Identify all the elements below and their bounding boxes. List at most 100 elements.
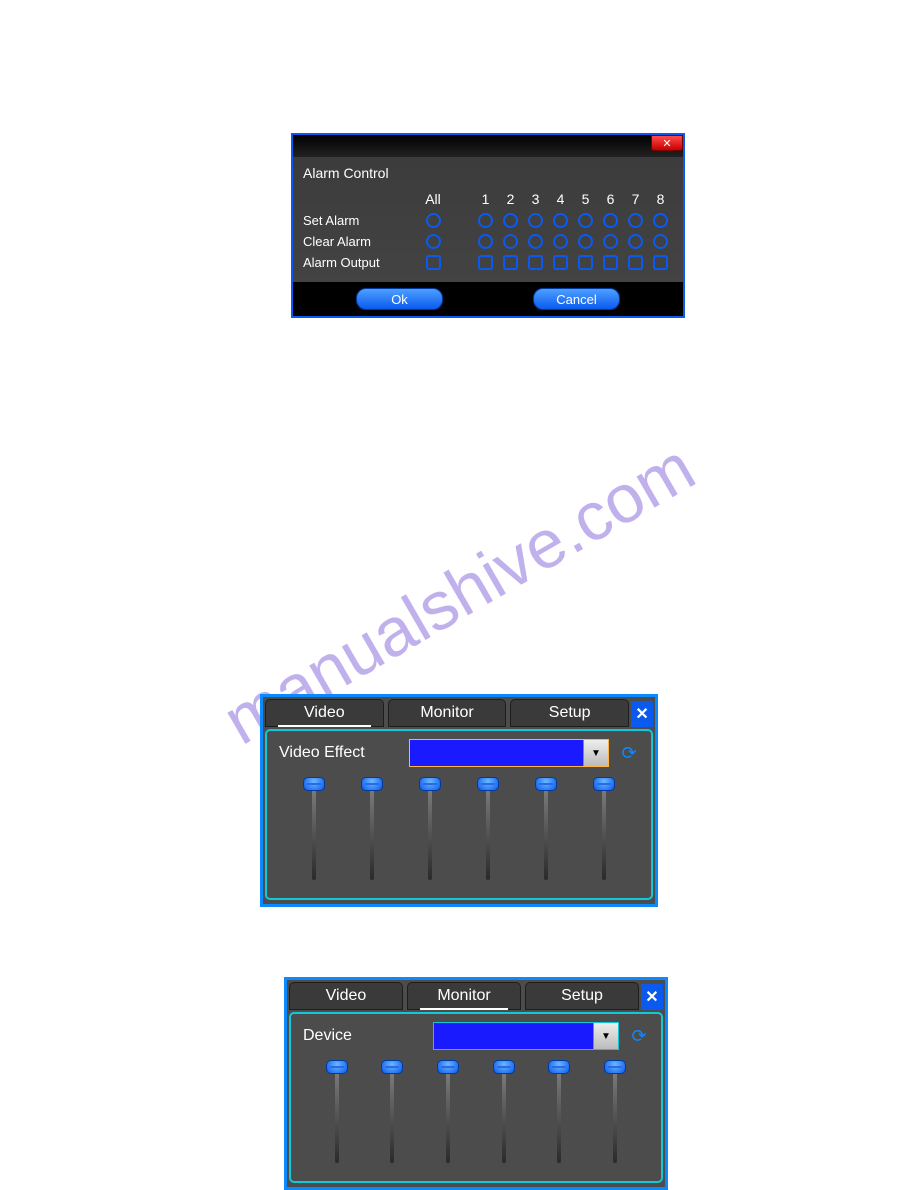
header-col-8: 8 [648, 191, 673, 207]
panel-close-button[interactable]: ✕ [641, 984, 663, 1010]
set-alarm-radio-7[interactable] [628, 213, 643, 228]
close-icon: ✕ [662, 137, 671, 150]
clear-alarm-all-radio[interactable] [426, 234, 441, 249]
slider-track [602, 790, 606, 880]
alarm-output-checkbox-5[interactable] [578, 255, 593, 270]
tab-monitor[interactable]: Monitor [407, 982, 521, 1010]
slider-track [312, 790, 316, 880]
clear-alarm-radio-1[interactable] [478, 234, 493, 249]
monitor-slider-5[interactable] [549, 1060, 569, 1163]
alarm-output-checkbox-1[interactable] [478, 255, 493, 270]
clear-alarm-radio-7[interactable] [628, 234, 643, 249]
set-alarm-radio-3[interactable] [528, 213, 543, 228]
tab-monitor[interactable]: Monitor [388, 699, 507, 727]
set-alarm-radio-8[interactable] [653, 213, 668, 228]
slider-thumb[interactable] [477, 777, 499, 791]
monitor-slider-2[interactable] [382, 1060, 402, 1163]
device-row: Device ▼ ⟳ [303, 1022, 649, 1050]
alarm-output-row: Alarm Output [303, 255, 673, 270]
slider-track [428, 790, 432, 880]
slider-thumb[interactable] [437, 1060, 459, 1074]
ok-button[interactable]: Ok [356, 288, 443, 310]
clear-alarm-radio-8[interactable] [653, 234, 668, 249]
video-slider-2[interactable] [362, 777, 382, 880]
clear-alarm-radio-4[interactable] [553, 234, 568, 249]
video-slider-1[interactable] [304, 777, 324, 880]
tab-setup[interactable]: Setup [525, 982, 639, 1010]
alarm-output-checkbox-6[interactable] [603, 255, 618, 270]
slider-thumb[interactable] [326, 1060, 348, 1074]
header-col-3: 3 [523, 191, 548, 207]
alarm-output-checkbox-8[interactable] [653, 255, 668, 270]
slider-thumb[interactable] [419, 777, 441, 791]
alarm-output-checkbox-3[interactable] [528, 255, 543, 270]
video-panel-body: Video Effect ▼ ⟳ [265, 729, 653, 900]
set-alarm-radio-4[interactable] [553, 213, 568, 228]
slider-thumb[interactable] [493, 1060, 515, 1074]
tab-video[interactable]: Video [265, 699, 384, 727]
header-all: All [413, 191, 453, 207]
slider-thumb[interactable] [593, 777, 615, 791]
header-col-5: 5 [573, 191, 598, 207]
tab-row: Video Monitor Setup ✕ [287, 980, 665, 1010]
slider-thumb[interactable] [361, 777, 383, 791]
alarm-output-all-checkbox[interactable] [426, 255, 441, 270]
tab-row: Video Monitor Setup ✕ [263, 697, 655, 727]
close-icon: ✕ [645, 987, 658, 1007]
slider-thumb[interactable] [535, 777, 557, 791]
slider-track [502, 1073, 506, 1163]
slider-thumb[interactable] [548, 1060, 570, 1074]
close-button[interactable]: ✕ [651, 135, 683, 151]
alarm-output-checkbox-4[interactable] [553, 255, 568, 270]
monitor-slider-4[interactable] [494, 1060, 514, 1163]
set-alarm-radio-1[interactable] [478, 213, 493, 228]
slider-track [557, 1073, 561, 1163]
header-col-6: 6 [598, 191, 623, 207]
alarm-title: Alarm Control [303, 165, 673, 181]
alarm-output-label: Alarm Output [303, 255, 413, 270]
header-col-4: 4 [548, 191, 573, 207]
set-alarm-label: Set Alarm [303, 213, 413, 228]
header-col-7: 7 [623, 191, 648, 207]
panel-close-button[interactable]: ✕ [631, 701, 653, 727]
slider-thumb[interactable] [381, 1060, 403, 1074]
set-alarm-radio-2[interactable] [503, 213, 518, 228]
header-col-1: 1 [473, 191, 498, 207]
clear-alarm-radio-6[interactable] [603, 234, 618, 249]
set-alarm-radio-5[interactable] [578, 213, 593, 228]
dropdown-arrow-icon: ▼ [593, 1023, 618, 1049]
set-alarm-all-radio[interactable] [426, 213, 441, 228]
video-slider-3[interactable] [420, 777, 440, 880]
video-slider-6[interactable] [594, 777, 614, 880]
video-slider-5[interactable] [536, 777, 556, 880]
monitor-panel: Video Monitor Setup ✕ Device ▼ ⟳ [284, 977, 668, 1190]
monitor-slider-3[interactable] [438, 1060, 458, 1163]
slider-track [335, 1073, 339, 1163]
tab-setup[interactable]: Setup [510, 699, 629, 727]
alarm-output-checkbox-2[interactable] [503, 255, 518, 270]
refresh-icon[interactable]: ⟳ [629, 1026, 649, 1047]
monitor-slider-6[interactable] [605, 1060, 625, 1163]
video-effect-combo[interactable]: ▼ [409, 739, 609, 767]
set-alarm-row: Set Alarm [303, 213, 673, 228]
slider-track [613, 1073, 617, 1163]
slider-track [486, 790, 490, 880]
monitor-slider-1[interactable] [327, 1060, 347, 1163]
refresh-icon[interactable]: ⟳ [619, 743, 639, 764]
set-alarm-radio-6[interactable] [603, 213, 618, 228]
clear-alarm-radio-3[interactable] [528, 234, 543, 249]
tab-video[interactable]: Video [289, 982, 403, 1010]
slider-track [446, 1073, 450, 1163]
slider-thumb[interactable] [604, 1060, 626, 1074]
clear-alarm-radio-2[interactable] [503, 234, 518, 249]
clear-alarm-label: Clear Alarm [303, 234, 413, 249]
device-combo[interactable]: ▼ [433, 1022, 619, 1050]
slider-track [390, 1073, 394, 1163]
slider-thumb[interactable] [303, 777, 325, 791]
video-panel: Video Monitor Setup ✕ Video Effect ▼ ⟳ [260, 694, 658, 907]
alarm-output-checkbox-7[interactable] [628, 255, 643, 270]
cancel-button[interactable]: Cancel [533, 288, 620, 310]
clear-alarm-radio-5[interactable] [578, 234, 593, 249]
video-slider-4[interactable] [478, 777, 498, 880]
header-spacer [303, 191, 413, 207]
